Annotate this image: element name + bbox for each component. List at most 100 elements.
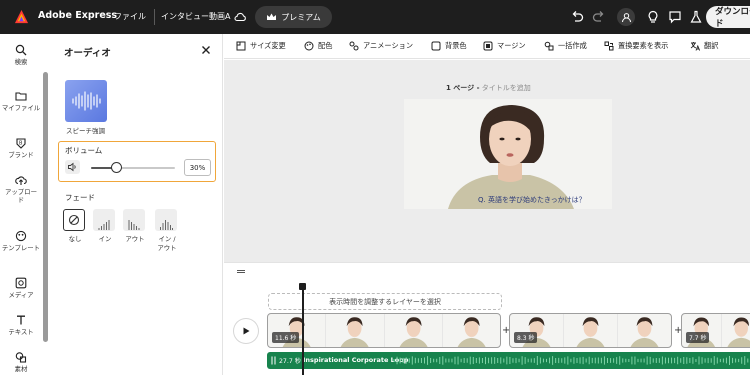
volume-slider-handle[interactable] xyxy=(110,162,122,173)
tool-label: 翻訳 xyxy=(704,41,719,50)
fade-option-none[interactable]: なし xyxy=(63,209,87,244)
clip-frame xyxy=(385,314,443,347)
clip-duration: 7.7 秒 xyxy=(686,332,710,343)
tool-label: 置換要素を表示 xyxy=(618,41,669,50)
template-icon xyxy=(15,230,27,242)
download-button[interactable]: ダウンロード xyxy=(706,6,750,29)
rail-item-my-files[interactable]: マイファイル xyxy=(0,90,42,112)
fade-none-tile[interactable] xyxy=(63,209,85,231)
rail-item-upload[interactable]: アップロード xyxy=(0,174,42,204)
mute-button[interactable] xyxy=(65,160,80,174)
tool-show-replaceable[interactable]: 置換要素を表示 xyxy=(604,41,668,51)
playhead-handle[interactable] xyxy=(299,283,306,290)
volume-label: ボリューム xyxy=(65,146,103,155)
resize-icon xyxy=(236,41,246,51)
canvas-toolbar: サイズ変更 配色 アニメーション 背景色 マージン 一括作成 置換要素を表示 翻… xyxy=(224,34,750,59)
play-icon xyxy=(243,327,250,335)
play-button[interactable] xyxy=(234,319,258,343)
tool-label: 一括作成 xyxy=(558,41,587,50)
divider xyxy=(154,9,155,25)
waveform-icon xyxy=(72,91,101,111)
tool-background-color[interactable]: 背景色 xyxy=(431,41,467,51)
audio-panel: オーディオ スピーチ強調 ボリューム 30% フェード なし イン アウト イン… xyxy=(52,34,223,375)
video-subtitle[interactable]: Q. 英語を学び始めたきっかけは？ xyxy=(478,195,586,205)
animation-icon xyxy=(349,41,359,51)
crown-icon xyxy=(267,13,277,20)
fade-option-label: イン xyxy=(98,235,112,243)
margin-icon xyxy=(483,41,493,51)
rail-scrollbar[interactable] xyxy=(43,72,48,342)
bulk-create-icon xyxy=(544,41,554,51)
page-label: 1 ページ - タイトルを追加 xyxy=(446,83,531,93)
timeline-collapse-handle-icon[interactable] xyxy=(236,269,246,274)
flask-icon[interactable] xyxy=(688,9,704,25)
cloud-sync-icon[interactable] xyxy=(233,10,247,24)
video-clip[interactable]: 8.3 秒 xyxy=(509,313,672,348)
clip-duration: 8.3 秒 xyxy=(514,332,538,343)
tool-animation[interactable]: アニメーション xyxy=(349,41,413,51)
speech-enhance-label: スピーチ強調 xyxy=(66,127,105,135)
svg-text:B: B xyxy=(19,141,23,147)
fade-option-out[interactable]: アウト xyxy=(123,209,147,244)
fade-in-tile[interactable] xyxy=(93,209,115,231)
close-icon[interactable] xyxy=(200,44,212,56)
speech-enhance-button[interactable] xyxy=(65,80,107,122)
tool-translate[interactable]: 翻訳 xyxy=(690,41,718,51)
tool-label: サイズ変更 xyxy=(250,41,286,50)
video-clip[interactable]: 7.7 秒 xyxy=(681,313,750,348)
adobe-express-logo-icon[interactable] xyxy=(14,9,29,24)
rail-item-label: 素材 xyxy=(14,365,28,373)
file-menu[interactable]: ファイル xyxy=(114,11,146,22)
timeline: 表示時間を調整するレイヤーを選択 11.6 秒 + 8.3 秒 + 7.7 秒 … xyxy=(224,262,750,375)
fade-out-icon xyxy=(128,220,140,230)
clip-frame xyxy=(443,314,500,347)
rail-item-search[interactable]: 検索 xyxy=(0,44,42,66)
brand-name: Adobe Express xyxy=(38,10,118,21)
playhead[interactable] xyxy=(302,285,304,375)
folder-icon xyxy=(15,92,27,101)
user-avatar[interactable] xyxy=(617,8,635,26)
brand-icon: B xyxy=(16,138,26,149)
rail-item-text[interactable]: テキスト xyxy=(0,314,42,336)
premium-label: プレミアム xyxy=(281,12,321,22)
audio-trim-handle-icon[interactable] xyxy=(271,356,276,365)
clip-frame xyxy=(326,314,385,347)
rail-item-elements[interactable]: 素材 xyxy=(0,351,42,373)
interviewee-image xyxy=(404,99,612,209)
fade-out-tile[interactable] xyxy=(123,209,145,231)
redo-icon[interactable] xyxy=(591,9,607,25)
upload-icon xyxy=(15,176,27,185)
elements-icon xyxy=(15,352,27,363)
clip-duration: 11.6 秒 xyxy=(272,332,300,343)
fade-option-in[interactable]: イン xyxy=(93,209,117,244)
tool-margin[interactable]: マージン xyxy=(483,41,526,51)
comment-icon[interactable] xyxy=(667,9,683,25)
rail-item-media[interactable]: メディア xyxy=(0,277,42,299)
fade-in-out-tile[interactable] xyxy=(155,209,177,231)
rail-item-templates[interactable]: テンプレート xyxy=(0,230,42,252)
add-page-title[interactable]: タイトルを追加 xyxy=(482,84,531,92)
speaker-icon xyxy=(68,162,76,172)
tool-color-scheme[interactable]: 配色 xyxy=(304,41,332,51)
undo-icon[interactable] xyxy=(569,9,585,25)
video-preview[interactable] xyxy=(404,99,612,209)
rail-item-label: アップロード xyxy=(5,188,37,204)
volume-value-field[interactable]: 30% xyxy=(184,159,211,176)
replace-elements-icon xyxy=(604,41,614,51)
rail-item-label: メディア xyxy=(8,291,34,299)
tool-resize[interactable]: サイズ変更 xyxy=(236,41,286,51)
premium-button[interactable]: プレミアム xyxy=(255,6,332,28)
audio-waveform xyxy=(393,356,749,365)
user-icon xyxy=(621,12,631,22)
text-icon xyxy=(17,315,25,325)
lightbulb-icon[interactable] xyxy=(645,9,661,25)
rail-item-brand[interactable]: B ブランド xyxy=(0,137,42,159)
audio-track[interactable]: 27.7 秒 Inspirational Corporate Loop xyxy=(267,352,750,369)
download-label: ダウンロード xyxy=(715,7,750,29)
top-bar: Adobe Express ファイル インタビュー動画A プレミアム ダウンロー… xyxy=(0,0,750,34)
tool-bulk-create[interactable]: 一括作成 xyxy=(544,41,587,51)
rail-item-label: テキスト xyxy=(8,328,34,336)
clip-frame xyxy=(564,314,618,347)
document-title[interactable]: インタビュー動画A xyxy=(161,11,230,22)
fade-option-in-out[interactable]: イン / アウト xyxy=(155,209,179,253)
